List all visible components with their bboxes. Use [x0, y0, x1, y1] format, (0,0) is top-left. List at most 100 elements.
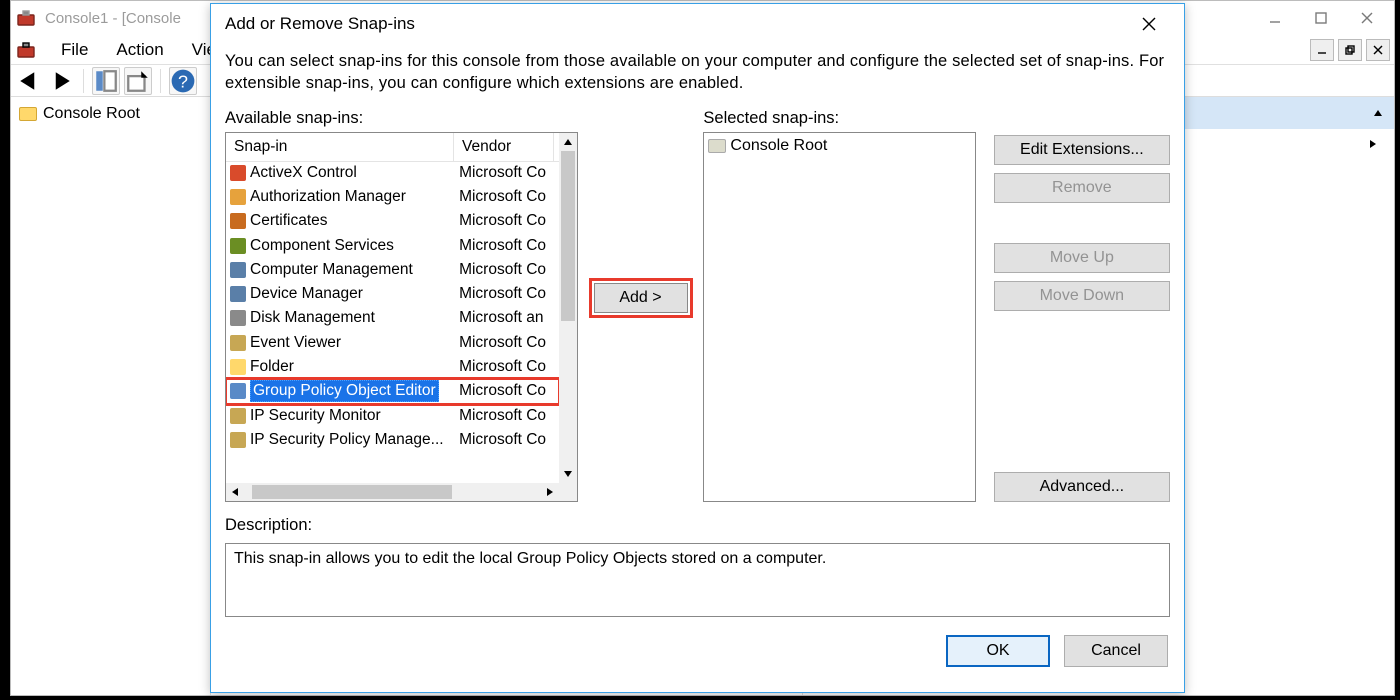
add-remove-snapins-dialog: Add or Remove Snap-ins You can select sn…: [210, 3, 1185, 693]
advanced-button[interactable]: Advanced...: [994, 472, 1170, 502]
description-label: Description:: [225, 516, 1170, 535]
description-text: This snap-in allows you to edit the loca…: [234, 550, 826, 567]
snapin-icon: [230, 262, 246, 278]
snapin-row[interactable]: ActiveX ControlMicrosoft Co: [226, 161, 559, 185]
dialog-title: Add or Remove Snap-ins: [225, 14, 415, 34]
snapin-icon: [230, 213, 246, 229]
snapin-vendor: Microsoft Co: [459, 334, 559, 352]
snapin-icon: [230, 383, 246, 399]
snapin-row[interactable]: Event ViewerMicrosoft Co: [226, 331, 559, 355]
ok-button[interactable]: OK: [946, 635, 1050, 667]
folder-icon: [708, 139, 726, 153]
move-down-button[interactable]: Move Down: [994, 281, 1170, 311]
snapin-vendor: Microsoft Co: [459, 212, 559, 230]
remove-button[interactable]: Remove: [994, 173, 1170, 203]
available-list[interactable]: Snap-in Vendor ActiveX ControlMicrosoft …: [225, 132, 578, 502]
folder-icon: [19, 107, 37, 121]
snapin-row[interactable]: Authorization ManagerMicrosoft Co: [226, 185, 559, 209]
snapin-vendor: Microsoft Co: [459, 188, 559, 206]
col-snapin[interactable]: Snap-in: [226, 133, 454, 161]
mmc-icon: [15, 7, 37, 29]
edit-extensions-button[interactable]: Edit Extensions...: [994, 135, 1170, 165]
snapin-name: IP Security Monitor: [250, 407, 459, 425]
vertical-scrollbar[interactable]: [559, 133, 577, 483]
snapin-vendor: Microsoft Co: [459, 237, 559, 255]
snapin-row[interactable]: Device ManagerMicrosoft Co: [226, 282, 559, 306]
snapin-icon: [230, 189, 246, 205]
snapin-icon: [230, 286, 246, 302]
snapin-row[interactable]: CertificatesMicrosoft Co: [226, 209, 559, 233]
dialog-close-button[interactable]: [1128, 9, 1170, 39]
snapin-vendor: Microsoft an: [459, 309, 559, 327]
menu-action[interactable]: Action: [102, 40, 177, 60]
scroll-right-icon[interactable]: [541, 483, 559, 501]
snapin-name: Disk Management: [250, 309, 459, 327]
move-up-button[interactable]: Move Up: [994, 243, 1170, 273]
back-button[interactable]: [15, 67, 43, 95]
mmc-icon-small: [15, 39, 37, 61]
maximize-button[interactable]: [1298, 2, 1344, 34]
snapin-vendor: Microsoft Co: [459, 261, 559, 279]
col-vendor[interactable]: Vendor: [454, 133, 554, 161]
selected-root-label: Console Root: [730, 137, 827, 155]
child-restore-button[interactable]: [1338, 39, 1362, 61]
snapin-row[interactable]: Component ServicesMicrosoft Co: [226, 233, 559, 257]
horizontal-scrollbar[interactable]: [226, 483, 577, 501]
child-minimize-button[interactable]: [1310, 39, 1334, 61]
snapin-name: Certificates: [250, 212, 459, 230]
cancel-button[interactable]: Cancel: [1064, 635, 1168, 667]
snapin-vendor: Microsoft Co: [459, 164, 559, 182]
snapin-vendor: Microsoft Co: [459, 285, 559, 303]
description-box: This snap-in allows you to edit the loca…: [225, 543, 1170, 617]
snapin-row[interactable]: IP Security Policy Manage...Microsoft Co: [226, 428, 559, 452]
snapin-name: Group Policy Object Editor: [250, 380, 459, 402]
snapin-vendor: Microsoft Co: [459, 382, 559, 400]
hscroll-thumb[interactable]: [252, 485, 452, 499]
snapin-vendor: Microsoft Co: [459, 407, 559, 425]
selected-root[interactable]: Console Root: [708, 137, 970, 155]
snapin-icon: [230, 165, 246, 181]
tree-pane[interactable]: Console Root: [11, 97, 211, 695]
export-button[interactable]: [124, 67, 152, 95]
snapin-row[interactable]: Computer ManagementMicrosoft Co: [226, 258, 559, 282]
help-button[interactable]: ?: [169, 67, 197, 95]
available-header[interactable]: Snap-in Vendor: [226, 133, 577, 162]
selected-label: Selected snap-ins:: [703, 109, 975, 128]
snapin-name: Device Manager: [250, 285, 459, 303]
snapin-name: Component Services: [250, 237, 459, 255]
minimize-button[interactable]: [1252, 2, 1298, 34]
tree-root-label: Console Root: [43, 105, 140, 123]
available-label: Available snap-ins:: [225, 109, 578, 128]
forward-button[interactable]: [47, 67, 75, 95]
snapin-name: IP Security Policy Manage...: [250, 431, 459, 449]
snapin-name: ActiveX Control: [250, 164, 459, 182]
snapin-name: Computer Management: [250, 261, 459, 279]
show-tree-button[interactable]: [92, 67, 120, 95]
dialog-titlebar: Add or Remove Snap-ins: [211, 4, 1184, 44]
snapin-row[interactable]: Disk ManagementMicrosoft an: [226, 306, 559, 330]
snapin-icon: [230, 432, 246, 448]
snapin-name: Event Viewer: [250, 334, 459, 352]
dialog-intro: You can select snap-ins for this console…: [225, 50, 1170, 95]
close-button[interactable]: [1344, 2, 1390, 34]
snapin-icon: [230, 335, 246, 351]
snapin-icon: [230, 408, 246, 424]
snapin-vendor: Microsoft Co: [459, 431, 559, 449]
child-close-button[interactable]: [1366, 39, 1390, 61]
scroll-left-icon[interactable]: [226, 483, 244, 501]
menu-file[interactable]: File: [47, 40, 102, 60]
add-button[interactable]: Add >: [594, 283, 688, 313]
svg-text:?: ?: [178, 71, 188, 91]
scroll-thumb[interactable]: [561, 151, 575, 321]
snapin-row[interactable]: Group Policy Object EditorMicrosoft Co: [226, 379, 559, 403]
tree-root-item[interactable]: Console Root: [15, 103, 206, 125]
scroll-down-icon[interactable]: [559, 465, 577, 483]
selected-list[interactable]: Console Root: [703, 132, 975, 502]
snapin-icon: [230, 310, 246, 326]
scroll-up-icon[interactable]: [559, 133, 577, 151]
snapin-row[interactable]: FolderMicrosoft Co: [226, 355, 559, 379]
snapin-icon: [230, 359, 246, 375]
snapin-vendor: Microsoft Co: [459, 358, 559, 376]
snapin-row[interactable]: IP Security MonitorMicrosoft Co: [226, 404, 559, 428]
parent-title: Console1 - [Console: [45, 10, 181, 27]
